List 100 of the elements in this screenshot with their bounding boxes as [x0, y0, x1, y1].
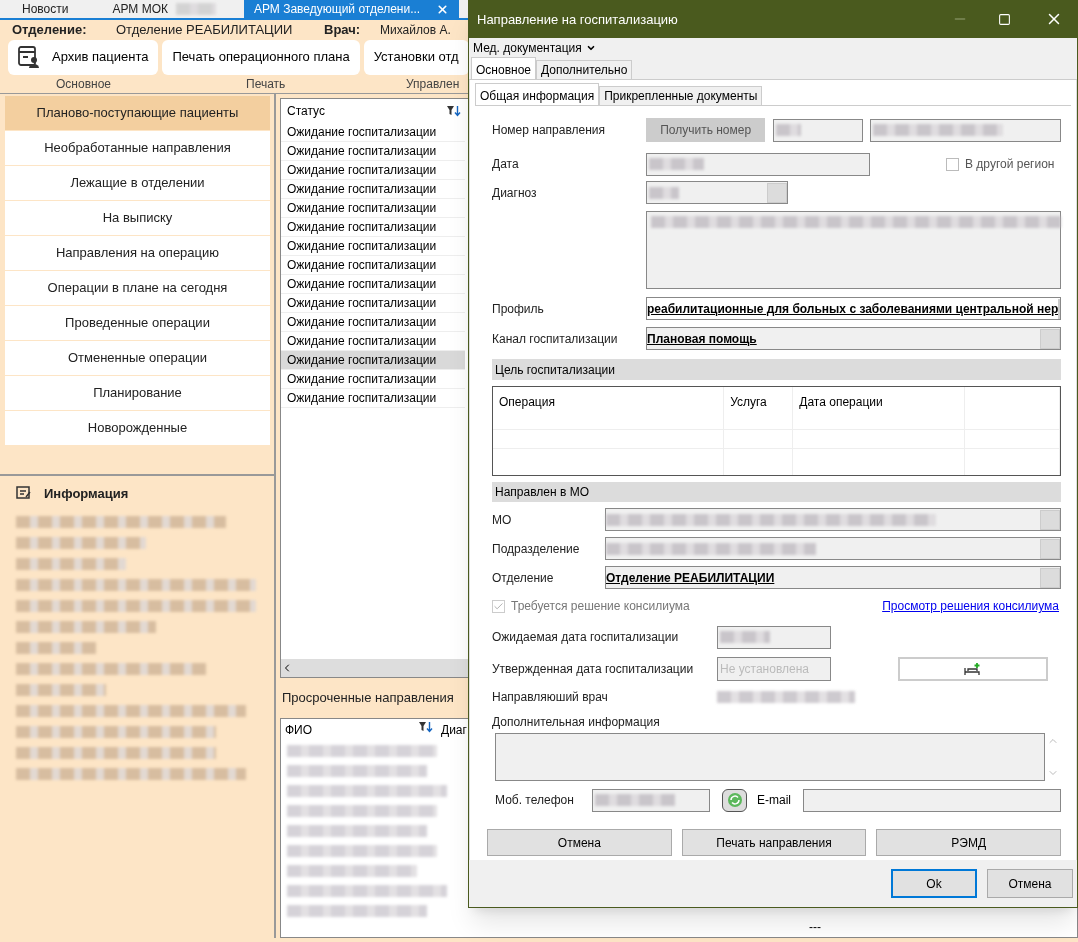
tab[interactable]: Прикрепленные документы: [599, 86, 763, 106]
menu-button[interactable]: Мед. документация: [473, 38, 596, 57]
input-field[interactable]: [605, 508, 1061, 532]
info-title: Информация: [44, 484, 129, 503]
status-cell-text: Ожидание госпитализации: [287, 351, 437, 369]
field-label: Диагноз: [492, 185, 538, 202]
nav-item[interactable]: Проведенные операции: [5, 305, 270, 340]
status-cell-text: Ожидание госпитализации: [287, 332, 437, 350]
nav-item[interactable]: На выписку: [5, 200, 270, 235]
field-label: Профиль: [492, 301, 545, 318]
input-field[interactable]: [803, 789, 1061, 812]
input-field[interactable]: Отделение РЕАБИЛИТАЦИИ: [605, 566, 1061, 590]
dialog-button[interactable]: Отмена: [987, 869, 1073, 899]
input-field[interactable]: [773, 119, 864, 142]
section-title: Просроченные направления: [282, 688, 454, 707]
status-cell-text: Ожидание госпитализации: [287, 389, 437, 407]
field-label: Ожидаемая дата госпитализации: [492, 629, 680, 647]
add-bed-button[interactable]: [898, 657, 1048, 682]
column-header[interactable]: Диаг: [437, 720, 467, 739]
blurred-text: [649, 187, 679, 199]
toolbar-button[interactable]: Архив пациента: [8, 39, 159, 75]
input-field[interactable]: [870, 119, 1061, 142]
column-header[interactable]: ФИО: [285, 720, 313, 739]
table-cell-text: ---: [809, 918, 821, 936]
input-field[interactable]: реабилитационные для больных с заболеваниями центральной нер: [646, 297, 1061, 321]
nav-item[interactable]: Планово-поступающие пациенты: [5, 95, 270, 130]
nav-item[interactable]: Лежащие в отделении: [5, 165, 270, 200]
bed-plus-icon: [964, 662, 982, 677]
toolbar-button[interactable]: Установки отд: [363, 39, 469, 75]
field-label: Направляюший врач: [492, 689, 609, 707]
nav-item[interactable]: Новорожденные: [5, 410, 270, 445]
input-field[interactable]: [605, 537, 1061, 561]
field-label: Утвержденная дата госпитализации: [492, 661, 695, 679]
app-tab[interactable]: АРМ Заведующий отделени...: [244, 0, 460, 18]
nav-item[interactable]: Операции в плане на сегодня: [5, 270, 270, 305]
section-header: Направлен в МО: [492, 482, 1061, 503]
status-cell-text: Ожидание госпитализации: [287, 218, 437, 236]
tab[interactable]: Основное: [471, 57, 536, 80]
tab[interactable]: Общая информация: [475, 83, 600, 106]
dialog-button[interactable]: Ok: [891, 869, 977, 899]
maximize-icon[interactable]: [998, 12, 1011, 26]
toolbar-button[interactable]: Печать операционного плана: [162, 39, 360, 75]
status-cell-text: Ожидание госпитализации: [287, 123, 437, 141]
window-title: Направление на госпитализацию: [477, 10, 679, 29]
nav-item[interactable]: Необработанные направления: [5, 130, 270, 165]
app-tab[interactable]: Новости: [0, 0, 91, 18]
blurred-text: [649, 158, 704, 171]
sort-filter-icon[interactable]: [419, 720, 433, 733]
checkbox-label: В другой регион: [965, 156, 1055, 174]
note-icon: [16, 486, 32, 501]
status-cell-text: Ожидание госпитализации: [287, 256, 437, 274]
status-cell-text: Ожидание госпитализации: [287, 142, 437, 160]
toolbar-group-label: Печать: [246, 75, 287, 93]
status-cell-text: Ожидание госпитализации: [287, 180, 437, 198]
field-label: E-mail: [757, 792, 792, 810]
blurred-text: [720, 631, 770, 644]
doctor-label: Врач:: [324, 21, 362, 39]
section-header: Цель госпитализации: [492, 359, 1061, 381]
field-label: Моб. телефон: [495, 792, 575, 810]
refresh-icon: [726, 792, 743, 809]
checkbox-label: Требуется решение консилиума: [511, 598, 690, 616]
department-label: Отделение:: [12, 21, 88, 39]
column-header[interactable]: Статус: [287, 101, 325, 120]
field-label: Номер направления: [492, 122, 607, 140]
status-cell-text: Ожидание госпитализации: [287, 313, 437, 331]
field-label: Отделение: [492, 570, 555, 587]
status-cell-text: Ожидание госпитализации: [287, 275, 437, 293]
department-name: Отделение РЕАБИЛИТАЦИИ: [116, 21, 294, 39]
text-area[interactable]: [495, 733, 1045, 782]
field-label: Подразделение: [492, 541, 581, 558]
field-label: Канал госпитализации: [492, 331, 619, 348]
nav-item[interactable]: Отмененные операции: [5, 340, 270, 375]
toolbar-group-label: Основное: [56, 75, 112, 93]
tab[interactable]: Дополнительно: [536, 60, 633, 80]
diagnosis-text-area[interactable]: [646, 211, 1061, 290]
action-button[interactable]: РЭМД: [876, 829, 1061, 857]
action-button[interactable]: Печать направления: [681, 829, 867, 857]
input-field[interactable]: [592, 789, 710, 812]
blurred-text: [176, 3, 216, 15]
field-label: МО: [492, 512, 513, 529]
toolbar-group-label: Управлен: [406, 75, 460, 93]
doctor-name: Михайлов А.: [380, 21, 451, 39]
sort-filter-icon[interactable]: [447, 104, 461, 117]
status-cell-text: Ожидание госпитализации: [287, 294, 437, 312]
column-header[interactable]: Операция: [499, 395, 555, 410]
column-header[interactable]: Дата операции: [799, 395, 883, 410]
refresh-button[interactable]: [722, 789, 747, 812]
app-tab[interactable]: АРМ МОК: [90, 0, 238, 18]
status-cell-text: Ожидание госпитализации: [287, 370, 437, 388]
input-field[interactable]: Плановая помощь: [646, 327, 1061, 351]
action-button[interactable]: Отмена: [487, 829, 672, 857]
column-header[interactable]: Услуга: [730, 395, 767, 410]
input-field[interactable]: [717, 626, 831, 649]
checkbox[interactable]: [946, 158, 959, 171]
blurred-text: [776, 124, 802, 137]
nav-item[interactable]: Направления на операцию: [5, 235, 270, 270]
nav-item[interactable]: Планирование: [5, 375, 270, 410]
input-field[interactable]: [646, 153, 870, 176]
archive-person-icon: [18, 45, 40, 69]
input-field[interactable]: [646, 181, 788, 205]
